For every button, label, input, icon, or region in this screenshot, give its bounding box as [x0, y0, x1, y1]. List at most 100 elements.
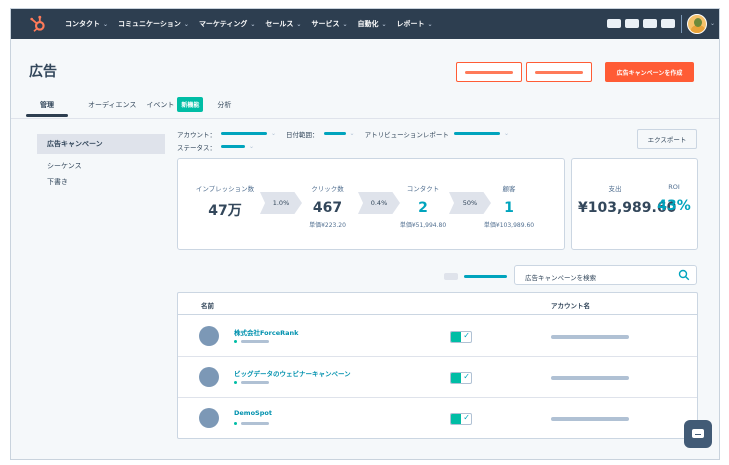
chevron-down-icon: ⌄	[250, 20, 256, 28]
chevron-down-icon: ⌄	[103, 20, 109, 28]
clicks-cost: 単価¥223.20	[309, 222, 346, 229]
toggle-on-fill	[451, 414, 461, 424]
sidebar-item-drafts[interactable]: 下書き	[37, 174, 165, 190]
view-toggle[interactable]	[444, 273, 458, 280]
nav-item-marketing[interactable]: マーケティング ⌄	[199, 19, 255, 29]
spend-metric: 支出 ¥103,989.60	[578, 183, 676, 216]
sidebar-item-sequences[interactable]: シーケンス	[37, 158, 165, 174]
button-placeholder-text	[535, 71, 583, 74]
status-dot	[234, 340, 237, 343]
roi-label: ROI	[668, 183, 680, 191]
impressions-metric: インプレッション数 47万	[190, 183, 260, 220]
main-nav-menu: コンタクト ⌄ コミュニケーション ⌄ マーケティング ⌄ セールス ⌄ サービス ⌄ 自…	[65, 9, 443, 39]
chat-bubble-icon	[692, 429, 704, 438]
contacts-value[interactable]: 2	[388, 200, 458, 216]
contacts-metric: コンタクト 2 単価¥51,994.80	[388, 183, 458, 229]
settings-icon[interactable]	[643, 19, 657, 28]
nav-item-contacts[interactable]: コンタクト ⌄	[65, 19, 108, 29]
check-icon: ✓	[463, 331, 470, 340]
sidebar: 広告キャンペーン シーケンス 下書き	[37, 134, 165, 190]
campaign-status-text	[241, 340, 269, 343]
campaign-toggle[interactable]: ✓	[450, 331, 472, 343]
notifications-icon[interactable]	[661, 19, 675, 28]
marketplace-icon[interactable]	[607, 19, 621, 28]
campaign-status-text	[241, 422, 269, 425]
column-header-name[interactable]: 名前	[201, 300, 214, 310]
nav-item-reports[interactable]: レポート ⌄	[397, 19, 433, 29]
chevron-down-icon: ⌄	[183, 20, 189, 28]
spend-roi-card: 支出 ¥103,989.60 ROI 43%	[571, 158, 698, 250]
nav-item-label: サービス	[311, 20, 340, 28]
page-tabs: 管理 オーディエンス イベント 新機能 分析	[26, 97, 247, 117]
check-icon: ✓	[463, 413, 470, 422]
hubspot-logo-icon[interactable]	[29, 15, 47, 33]
account-name-cell	[551, 335, 629, 339]
new-feature-badge: 新機能	[177, 97, 204, 112]
date-range-filter-label: 日付範囲：	[286, 130, 319, 139]
tab-manage[interactable]: 管理	[26, 100, 68, 117]
nav-item-sales[interactable]: セールス ⌄	[265, 19, 301, 29]
customers-value[interactable]: 1	[473, 200, 545, 216]
status-filter-label: ステータス：	[177, 143, 216, 152]
clicks-metric: クリック数 467 単価¥223.20	[290, 183, 365, 229]
user-avatar[interactable]	[687, 14, 707, 34]
chevron-down-icon: ⌄	[427, 20, 433, 28]
attribution-report-filter-label: アトリビューションレポート	[364, 130, 449, 139]
chevron-down-icon[interactable]: ⌄	[504, 130, 509, 137]
table-row: 株式会社ForceRank ✓	[178, 316, 697, 357]
search-icon[interactable]	[678, 269, 690, 281]
avatar-face	[694, 18, 702, 27]
account-filter-label: アカウント：	[177, 130, 216, 139]
roi-value: 43%	[657, 198, 691, 214]
filter-bar: アカウント： ⌄ 日付範囲： ⌄ アトリビューションレポート ⌄ ステータス： …	[177, 127, 519, 153]
campaign-search-input[interactable]: 広告キャンペーンを検索	[514, 265, 697, 285]
status-filter-value[interactable]	[221, 145, 245, 148]
table-header: 名前 アカウント名	[178, 293, 697, 315]
campaign-name-link[interactable]: DemoSpot	[234, 409, 272, 417]
impressions-value: 47万	[208, 203, 242, 219]
create-ad-campaign-button[interactable]: 広告キャンペーンを作成	[605, 62, 694, 82]
account-chevron-down-icon[interactable]: ⌄	[710, 20, 715, 27]
toggle-on-fill	[451, 373, 461, 383]
campaign-toggle[interactable]: ✓	[450, 413, 472, 425]
campaign-name-link[interactable]: 株式会社ForceRank	[234, 327, 298, 337]
chevron-down-icon[interactable]: ⌄	[249, 143, 254, 150]
campaign-status-text	[241, 381, 269, 384]
attribution-report-filter-value[interactable]	[453, 132, 500, 135]
account-name-cell	[551, 417, 629, 421]
chevron-down-icon: ⌄	[296, 20, 302, 28]
nav-item-automation[interactable]: 自動化 ⌄	[357, 19, 386, 29]
chevron-down-icon[interactable]: ⌄	[271, 130, 276, 137]
clicks-label: クリック数	[311, 185, 344, 193]
secondary-button-1[interactable]	[456, 62, 522, 82]
funnel-metrics-card: インプレッション数 47万 1.0% クリック数 467 単価¥223.20 0…	[177, 158, 565, 250]
sidebar-item-ad-campaigns[interactable]: 広告キャンペーン	[37, 134, 165, 154]
account-name-cell	[551, 376, 629, 380]
export-button[interactable]: エクスポート	[637, 129, 697, 149]
account-filter-value[interactable]	[221, 132, 267, 135]
toggle-on-fill	[451, 332, 461, 342]
view-toggle-label[interactable]	[464, 275, 507, 278]
status-dot	[234, 381, 237, 384]
chat-launcher-button[interactable]	[684, 420, 712, 448]
chevron-down-icon: ⌄	[342, 20, 348, 28]
nav-item-label: マーケティング	[198, 20, 248, 28]
roi-metric: ROI 43%	[656, 183, 692, 214]
campaign-toggle[interactable]: ✓	[450, 372, 472, 384]
tab-analytics[interactable]: 分析	[217, 100, 231, 110]
nav-item-conversations[interactable]: コミュニケーション ⌄	[118, 19, 189, 29]
column-header-account[interactable]: アカウント名	[551, 300, 590, 310]
campaign-name-link[interactable]: ビッグデータのウェビナーキャンペーン	[234, 368, 351, 378]
tab-events[interactable]: イベント	[146, 100, 174, 110]
tab-audience[interactable]: オーディエンス	[88, 100, 136, 110]
secondary-button-2[interactable]	[526, 62, 592, 82]
chevron-down-icon[interactable]: ⌄	[350, 130, 355, 137]
customers-metric: 顧客 1 単価¥103,989.60	[473, 183, 545, 229]
utility-icons	[603, 19, 675, 28]
campaign-avatar	[199, 408, 219, 428]
help-icon[interactable]	[625, 19, 639, 28]
nav-item-service[interactable]: サービス ⌄	[311, 19, 347, 29]
date-range-filter-value[interactable]	[323, 132, 346, 135]
customers-label: 顧客	[502, 185, 516, 193]
campaign-avatar	[199, 367, 219, 387]
